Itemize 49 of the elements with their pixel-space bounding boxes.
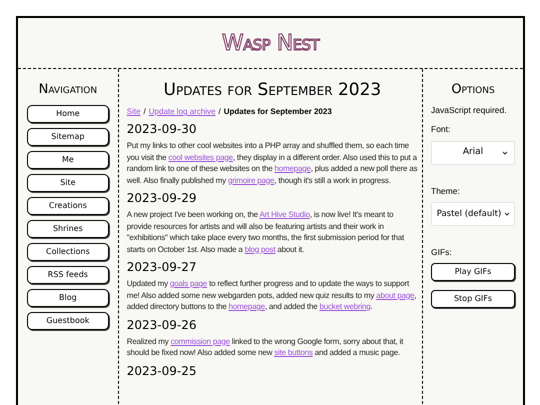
text-link[interactable]: Art Hive Studio <box>259 210 310 219</box>
nav-button[interactable]: Guestbook <box>26 312 109 330</box>
theme-label: Theme: <box>431 184 461 198</box>
entry-text: Put my links to other cool websites into a PHP array and shuffled them, so each time you visit the cool websites page, they display in a different order. Also used this to put a random link to one of these websites on the homepage, plus added a new poll there as well. Also finally published my grimoire page, though it's still a work in progress. <box>126 140 418 186</box>
gifs-label: GIFs: <box>431 246 453 259</box>
site-title: Wasp Nest <box>222 30 320 58</box>
breadcrumb-separator: / <box>218 106 221 118</box>
entry-text: Realized my commission page linked to the wrong Google form, sorry about that, it should be fixed now! Also added some new site buttons and added a music page. <box>126 336 404 358</box>
text-link[interactable]: grimoire page <box>228 176 274 184</box>
nav-button[interactable]: Sitemap <box>26 128 109 146</box>
javascript-note: JavaScript required. <box>431 104 508 117</box>
nav-button[interactable]: Creations <box>26 197 109 215</box>
font-select[interactable]: Arial <box>431 140 515 164</box>
text-link[interactable]: commission page <box>170 336 230 346</box>
breadcrumb-link[interactable]: Site <box>126 106 141 118</box>
entry-date: 2023-09-26 <box>126 318 198 332</box>
entry-date: 2023-09-25 <box>126 364 198 378</box>
navigation-heading: Navigation <box>38 81 98 99</box>
gif-button[interactable]: Play GIFs <box>431 263 515 281</box>
entry-date: 2023-09-30 <box>126 122 198 137</box>
text-link[interactable]: site buttons <box>274 348 313 357</box>
text-link[interactable]: bucket webring <box>319 302 370 311</box>
breadcrumb-link[interactable]: Update log archive <box>148 106 216 118</box>
entry-text: Updated my goals page to reflect further progress and to update the ways to support me! Also added some new webgarden pots, added new quiz results to my about page, added directory buttons to the homepage, and added the bucket webring. <box>126 278 418 312</box>
chevron-down-icon <box>502 150 508 154</box>
text-link[interactable]: about page <box>376 290 414 300</box>
nav-button[interactable]: Collections <box>26 243 109 261</box>
entry-text: A new project I've been working on, the Art Hive Studio, is now live! It's meant to provide resources for artists and will also be featuring artists and their work in "exhibitions" which take place every two months, the first submission period for that starts on October 1st. Also made a blog post about it. <box>126 209 406 255</box>
nav-button[interactable]: Me <box>26 151 109 169</box>
font-label: Font: <box>431 122 452 136</box>
gif-button[interactable]: Stop GIFs <box>431 290 515 308</box>
entry-date: 2023-09-27 <box>126 260 198 275</box>
breadcrumb-separator: / <box>144 106 146 118</box>
nav-button[interactable]: Site <box>26 174 109 192</box>
page-heading: Updates for September 2023 <box>164 79 382 101</box>
text-link[interactable]: cool websites page <box>168 152 233 162</box>
nav-button[interactable]: Shrines <box>26 220 109 238</box>
theme-select[interactable]: Pastel (default) <box>431 202 515 226</box>
text-link[interactable]: goals page <box>170 279 208 288</box>
options-heading: Options <box>451 81 495 99</box>
nav-button[interactable]: RSS feeds <box>26 266 109 284</box>
text-link[interactable]: blog post <box>244 244 276 254</box>
nav-button[interactable]: Blog <box>26 289 109 307</box>
breadcrumb-current: Updates for September 2023 <box>224 106 332 118</box>
entry-date: 2023-09-29 <box>126 191 198 206</box>
text-link[interactable]: homepage <box>274 164 311 173</box>
text-link[interactable]: homepage <box>228 302 265 311</box>
nav-button[interactable]: Home <box>26 105 109 123</box>
chevron-down-icon <box>504 212 510 216</box>
